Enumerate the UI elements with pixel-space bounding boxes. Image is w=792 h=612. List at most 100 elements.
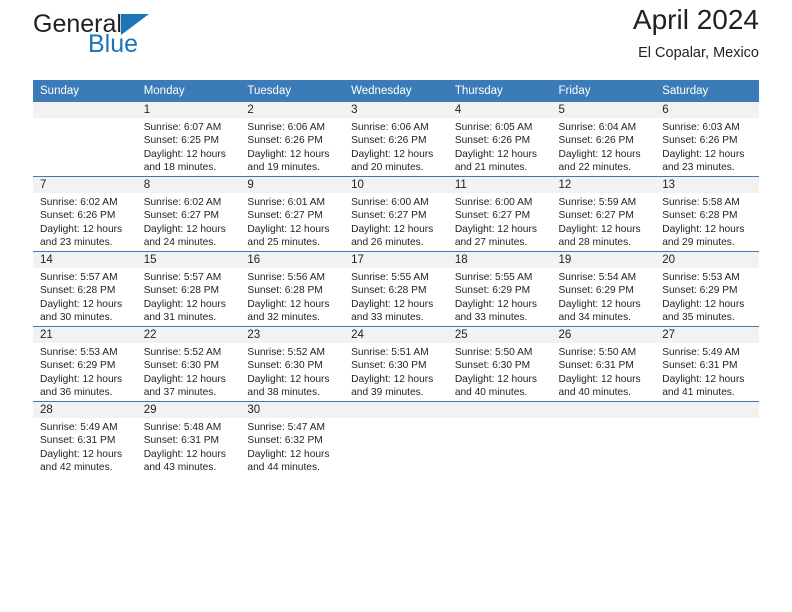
daylight-duration-line2: and 31 minutes.: [143, 312, 217, 324]
day-cell[interactable]: 22 Sunrise: 5:52 AM Sunset: 6:30 PM Dayligh…: [136, 326, 241, 402]
daylight-duration-line1: Daylight: 12 hours: [247, 373, 330, 385]
daylight-duration-line1: Daylight: 12 hours: [247, 148, 330, 160]
day-details: Sunrise: 5:53 AM Sunset: 6:29 PM Daylight:…: [655, 268, 759, 325]
daylight-duration-line2: and 26 minutes.: [351, 237, 424, 249]
sunrise-time: Sunrise: 5:56 AM: [247, 272, 325, 283]
day-cell[interactable]: 5 Sunrise: 6:04 AM Sunset: 6:26 PM Daylight…: [551, 102, 656, 177]
sunrise-time: Sunrise: 5:55 AM: [454, 272, 533, 283]
sunrise-time: Sunrise: 6:01 AM: [247, 197, 325, 208]
day-cell[interactable]: 2 Sunrise: 6:06 AM Sunset: 6:26 PM Daylight…: [240, 102, 345, 177]
day-cell[interactable]: 8 Sunrise: 6:02 AM Sunset: 6:27 PM Daylight…: [136, 176, 241, 252]
day-cell[interactable]: 27 Sunrise: 5:49 AM Sunset: 6:31 PM Dayligh…: [655, 326, 759, 402]
day-cell[interactable]: 26 Sunrise: 5:50 AM Sunset: 6:31 PM Dayligh…: [551, 326, 656, 402]
day-cell[interactable]: 28 Sunrise: 5:49 AM Sunset: 6:31 PM Dayligh…: [33, 401, 137, 476]
day-number: 7: [33, 177, 137, 193]
daylight-duration-line2: and 42 minutes.: [40, 462, 113, 474]
day-number: 5: [551, 102, 656, 118]
day-cell[interactable]: 17 Sunrise: 5:55 AM Sunset: 6:28 PM Dayligh…: [344, 251, 448, 327]
daylight-duration-line2: and 28 minutes.: [558, 237, 632, 249]
day-cell[interactable]: 16 Sunrise: 5:56 AM Sunset: 6:28 PM Dayligh…: [240, 251, 345, 327]
day-cell[interactable]: 14 Sunrise: 5:57 AM Sunset: 6:28 PM Dayligh…: [33, 251, 137, 327]
day-cell[interactable]: 24 Sunrise: 5:51 AM Sunset: 6:30 PM Dayligh…: [344, 326, 448, 402]
sunrise-time: Sunrise: 5:49 AM: [40, 422, 118, 433]
sunrise-time: Sunrise: 5:52 AM: [143, 347, 222, 358]
day-cell[interactable]: 30 Sunrise: 5:47 AM Sunset: 6:32 PM Dayligh…: [240, 401, 345, 476]
day-number: 25: [447, 327, 552, 343]
daylight-duration-line1: Daylight: 12 hours: [247, 298, 330, 310]
day-cell[interactable]: 19 Sunrise: 5:54 AM Sunset: 6:29 PM Dayligh…: [551, 251, 656, 327]
day-cell[interactable]: 15 Sunrise: 5:57 AM Sunset: 6:28 PM Dayligh…: [136, 251, 241, 327]
day-cell[interactable]: 29 Sunrise: 5:48 AM Sunset: 6:31 PM Dayligh…: [136, 401, 241, 476]
daylight-duration-line2: and 22 minutes.: [558, 162, 632, 174]
day-details: Sunrise: 6:07 AM Sunset: 6:25 PM Daylight:…: [137, 118, 241, 175]
logo-text-blue: Blue: [88, 30, 139, 58]
day-details: Sunrise: 5:50 AM Sunset: 6:31 PM Daylight:…: [552, 343, 656, 400]
day-details: Sunrise: 6:02 AM Sunset: 6:26 PM Daylight:…: [33, 193, 137, 250]
daylight-duration-line2: and 43 minutes.: [143, 462, 217, 474]
day-cell[interactable]: 18 Sunrise: 5:55 AM Sunset: 6:29 PM Dayligh…: [447, 251, 552, 327]
sunset-time: Sunset: 6:29 PM: [662, 285, 738, 297]
calendar-week-row: 28 Sunrise: 5:49 AM Sunset: 6:31 PM Dayligh…: [33, 401, 759, 476]
daylight-duration-line1: Daylight: 12 hours: [454, 373, 537, 385]
weekday-header-thursday: Thursday: [447, 80, 552, 102]
day-details: Sunrise: 5:57 AM Sunset: 6:28 PM Daylight:…: [137, 268, 241, 325]
sunrise-time: Sunrise: 5:55 AM: [351, 272, 429, 283]
day-details: Sunrise: 6:06 AM Sunset: 6:26 PM Daylight:…: [240, 118, 344, 175]
sunset-time: Sunset: 6:26 PM: [247, 135, 323, 147]
day-cell[interactable]: 20 Sunrise: 5:53 AM Sunset: 6:29 PM Dayligh…: [655, 251, 759, 327]
daylight-duration-line2: and 21 minutes.: [454, 162, 528, 174]
sunrise-time: Sunrise: 6:02 AM: [143, 197, 222, 208]
day-details: Sunrise: 6:06 AM Sunset: 6:26 PM Daylight:…: [344, 118, 448, 175]
sunset-time: Sunset: 6:27 PM: [558, 210, 634, 222]
day-number: 1: [136, 102, 241, 118]
day-cell[interactable]: 9 Sunrise: 6:01 AM Sunset: 6:27 PM Daylight…: [240, 176, 345, 252]
daylight-duration-line1: Daylight: 12 hours: [558, 298, 641, 310]
day-cell[interactable]: 23 Sunrise: 5:52 AM Sunset: 6:30 PM Dayligh…: [240, 326, 345, 402]
day-cell[interactable]: 13 Sunrise: 5:58 AM Sunset: 6:28 PM Dayligh…: [655, 176, 759, 252]
day-cell[interactable]: 25 Sunrise: 5:50 AM Sunset: 6:30 PM Dayligh…: [447, 326, 552, 402]
day-cell[interactable]: 1 Sunrise: 6:07 AM Sunset: 6:25 PM Daylight…: [136, 102, 241, 177]
day-number: 4: [447, 102, 552, 118]
day-cell[interactable]: 4 Sunrise: 6:05 AM Sunset: 6:26 PM Daylight…: [447, 102, 552, 177]
day-details: Sunrise: 6:00 AM Sunset: 6:27 PM Daylight:…: [344, 193, 448, 250]
day-number: 30: [240, 402, 345, 418]
daylight-duration-line1: Daylight: 12 hours: [40, 373, 123, 385]
day-number: 23: [240, 327, 345, 343]
daylight-duration-line1: Daylight: 12 hours: [40, 298, 123, 310]
daylight-duration-line1: Daylight: 12 hours: [662, 148, 745, 160]
sunset-time: Sunset: 6:27 PM: [143, 210, 220, 222]
sunrise-time: Sunrise: 6:06 AM: [247, 122, 325, 133]
sunrise-sunset-calendar: Sunday Monday Tuesday Wednesday Thursday…: [33, 80, 759, 476]
daylight-duration-line2: and 35 minutes.: [662, 312, 735, 324]
sunrise-time: Sunrise: 5:53 AM: [662, 272, 740, 283]
day-number: 29: [136, 402, 241, 418]
sunrise-time: Sunrise: 6:00 AM: [351, 197, 429, 208]
day-cell[interactable]: 10 Sunrise: 6:00 AM Sunset: 6:27 PM Dayligh…: [344, 176, 448, 252]
day-details: Sunrise: 5:50 AM Sunset: 6:30 PM Daylight:…: [448, 343, 552, 400]
sunset-time: Sunset: 6:28 PM: [40, 285, 116, 297]
weekday-header-row: Sunday Monday Tuesday Wednesday Thursday…: [33, 80, 759, 102]
daylight-duration-line1: Daylight: 12 hours: [143, 298, 226, 310]
sunset-time: Sunset: 6:31 PM: [40, 435, 116, 447]
page-header: General Blue April 2024 El Copalar, Mexi…: [33, 0, 759, 78]
day-cell[interactable]: 12 Sunrise: 5:59 AM Sunset: 6:27 PM Dayligh…: [551, 176, 656, 252]
day-number: 17: [344, 252, 448, 268]
weekday-header-monday: Monday: [136, 80, 241, 102]
weekday-header-friday: Friday: [551, 80, 656, 102]
calendar-week-row: 14 Sunrise: 5:57 AM Sunset: 6:28 PM Dayligh…: [33, 251, 759, 327]
day-cell[interactable]: 21 Sunrise: 5:53 AM Sunset: 6:29 PM Dayligh…: [33, 326, 137, 402]
daylight-duration-line2: and 19 minutes.: [247, 162, 320, 174]
sunset-time: Sunset: 6:31 PM: [558, 360, 634, 372]
general-blue-logo[interactable]: General Blue: [33, 0, 149, 57]
day-cell[interactable]: 11 Sunrise: 6:00 AM Sunset: 6:27 PM Dayligh…: [447, 176, 552, 252]
day-details: Sunrise: 6:03 AM Sunset: 6:26 PM Daylight:…: [655, 118, 759, 175]
day-number: 16: [240, 252, 345, 268]
day-cell[interactable]: 3 Sunrise: 6:06 AM Sunset: 6:26 PM Daylight…: [344, 102, 448, 177]
day-number: 27: [655, 327, 759, 343]
day-cell[interactable]: 6 Sunrise: 6:03 AM Sunset: 6:26 PM Daylight…: [655, 102, 759, 177]
daylight-duration-line1: Daylight: 12 hours: [454, 148, 537, 160]
sunset-time: Sunset: 6:26 PM: [454, 135, 531, 147]
sunrise-time: Sunrise: 6:06 AM: [351, 122, 429, 133]
day-cell[interactable]: 7 Sunrise: 6:02 AM Sunset: 6:26 PM Daylight…: [33, 176, 137, 252]
calendar-header-row: Sunday Monday Tuesday Wednesday Thursday…: [33, 80, 759, 102]
